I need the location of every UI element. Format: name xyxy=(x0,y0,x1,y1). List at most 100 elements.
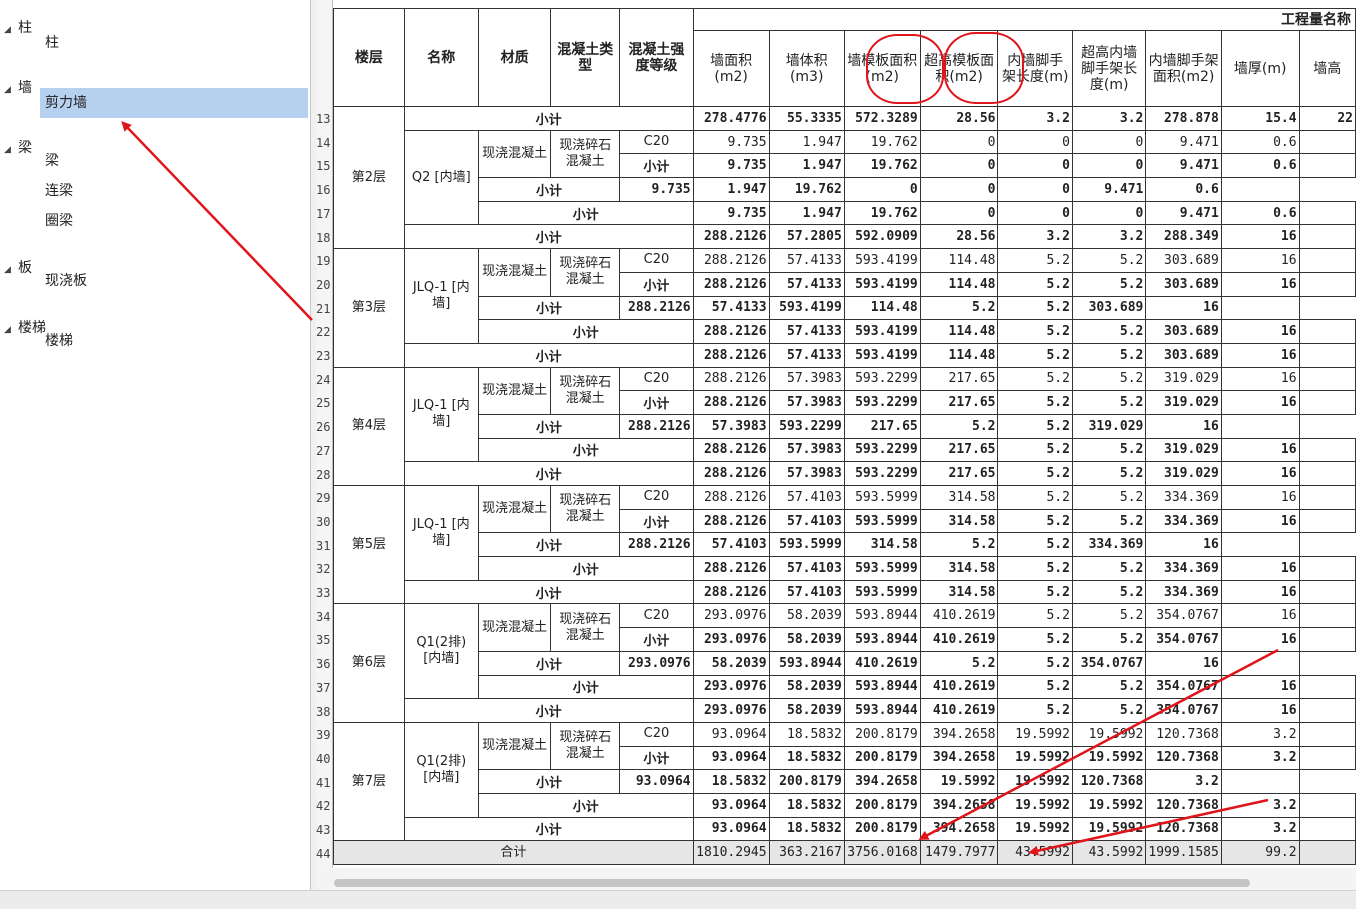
table-row[interactable]: 小计 288.2126 57.4103 593.5999 314.58 5.2 5.2 334… xyxy=(334,579,1356,605)
table-row[interactable]: 第4层 JLQ-1 [内墙] 现浇混凝土 现浇碎石混凝土 C20 288.2126 57.3… xyxy=(333,366,1356,487)
table-row[interactable]: 小计 288.2126 57.4103 593.5999 314.58 5.2 5.2 334… xyxy=(334,556,1356,581)
header-quantity-group: 工程量名称 xyxy=(692,8,1356,31)
value-cell: 16 xyxy=(1220,556,1300,581)
table-row[interactable]: 小计 9.735 1.947 19.762 0 0 0 9.471 0.6 xyxy=(334,200,1356,226)
header-wall-formwork-area[interactable]: 墙模板面积(m2) xyxy=(843,30,921,107)
header-wall-height[interactable]: 墙高 xyxy=(1298,30,1356,107)
tree-item[interactable]: 圈梁 xyxy=(40,206,308,236)
value-cell: 9.471 xyxy=(1145,153,1222,179)
value-cell: 57.4103 xyxy=(768,485,845,510)
value-cell: 18.5832 xyxy=(768,816,845,842)
table-row[interactable]: 第3层 JLQ-1 [内墙] 现浇混凝土 现浇碎石混凝土 C20 288.2126 57.4… xyxy=(333,248,1356,368)
value-cell: 394.2658 xyxy=(919,721,999,747)
table-row[interactable]: 第6层 Q1(2排) [内墙] 现浇混凝土 现浇碎石混凝土 C20 293.0976 58.… xyxy=(333,603,1356,723)
tree-item[interactable]: 连梁 xyxy=(40,176,308,206)
expand-arrow-icon[interactable]: ◢ xyxy=(4,80,18,100)
table-row[interactable]: 小计 288.2126 57.3983 593.2299 217.65 5.2 5.2 319… xyxy=(334,437,1356,463)
concrete-grade-cell: C20 xyxy=(619,248,694,273)
header-material[interactable]: 材质 xyxy=(477,8,552,107)
table-row[interactable]: 小计 288.2126 57.3983 593.2299 217.65 5.2 5.2 319… xyxy=(334,413,1356,439)
value-cell: 314.58 xyxy=(919,579,999,605)
tree-item[interactable]: 现浇板 xyxy=(40,266,308,296)
header-scaffold-length[interactable]: 内墙脚手架长度(m) xyxy=(997,30,1073,107)
value-cell: 288.349 xyxy=(1145,224,1222,250)
header-overheight-formwork-area[interactable]: 超高模板面积(m2) xyxy=(919,30,999,107)
value-cell: 16 xyxy=(1145,532,1222,558)
value-cell: 288.2126 xyxy=(692,366,770,392)
header-wall-thickness[interactable]: 墙厚(m) xyxy=(1220,30,1300,107)
tree-group-0[interactable]: ◢ 柱 xyxy=(4,18,32,38)
value-cell: 93.0964 xyxy=(692,792,770,818)
value-cell: 9.471 xyxy=(1071,177,1147,202)
value-cell: 593.5999 xyxy=(843,579,921,605)
tree-item[interactable]: 剪力墙 xyxy=(40,88,308,118)
tree-item[interactable]: 梁 xyxy=(40,146,308,176)
tree-group-1[interactable]: ◢ 墙 xyxy=(4,78,32,98)
value-cell: 5.2 xyxy=(1071,674,1147,700)
row-number: 14 xyxy=(316,135,331,150)
table-row[interactable]: 小计 93.0964 18.5832 200.8179 394.2658 19.5992 1… xyxy=(334,792,1356,818)
table-row[interactable]: 小计 288.2126 57.3983 593.2299 217.65 5.2 5.2 319… xyxy=(334,461,1356,486)
header-scaffold-area[interactable]: 内墙脚手架面积(m2) xyxy=(1145,30,1222,107)
tree-group-3[interactable]: ◢ 板 xyxy=(4,258,32,278)
header-name[interactable]: 名称 xyxy=(403,8,479,107)
concrete-grade-cell: C20 xyxy=(619,603,694,629)
row-number: 36 xyxy=(316,657,331,672)
table-row[interactable]: 小计 288.2126 57.4103 593.5999 314.58 5.2 5.2 334… xyxy=(334,532,1356,558)
concrete-grade-cell: C20 xyxy=(619,485,694,510)
header-wall-volume[interactable]: 墙体积(m3) xyxy=(768,30,845,107)
header-wall-area[interactable]: 墙面积(m2) xyxy=(692,30,770,107)
table-row[interactable]: 第2层 小计 278.4776 55.3335 572.3289 28.56 3.2 3.2 2… xyxy=(333,105,1356,250)
horizontal-scrollbar[interactable] xyxy=(316,868,1356,890)
header-concrete-type[interactable]: 混凝土类型 xyxy=(550,8,621,107)
expand-arrow-icon[interactable]: ◢ xyxy=(4,260,18,280)
value-cell: 5.2 xyxy=(1071,319,1147,344)
table-row[interactable]: 小计 9.735 1.947 19.762 0 0 0 9.471 0.6 xyxy=(334,177,1356,202)
table-row[interactable]: 小计 288.2126 57.4133 593.4199 114.48 5.2 5.2 303… xyxy=(334,319,1356,344)
value-cell: 5.2 xyxy=(997,698,1073,723)
subtotal-label: 小计 xyxy=(477,437,694,463)
material-cell: 现浇混凝土 xyxy=(477,129,552,179)
value-cell xyxy=(1298,556,1356,581)
table-row[interactable]: Q2 [内墙] 现浇混凝土 现浇碎石混凝土 C20 9.735 1.947 19.762 0 0… xyxy=(334,129,1356,226)
table-row[interactable]: 小计 93.0964 18.5832 200.8179 394.2658 19.5992 1… xyxy=(334,769,1356,794)
value-cell: 1.947 xyxy=(768,200,845,226)
tree-item[interactable]: 柱 xyxy=(40,28,308,58)
tree-group-label: 墙 xyxy=(18,80,32,96)
value-cell: 319.029 xyxy=(1071,413,1147,439)
header-overheight-scaffold-length[interactable]: 超高内墙脚手架长度(m) xyxy=(1071,30,1147,107)
value-cell: 5.2 xyxy=(997,248,1073,273)
table-row[interactable]: 小计 288.2126 57.4133 593.4199 114.48 5.2 5.2 303… xyxy=(334,342,1356,368)
value-cell: 1810.2945 xyxy=(692,840,770,865)
subtotal-label: 小计 xyxy=(403,461,694,486)
table-row[interactable]: 第7层 Q1(2排) [内墙] 现浇混凝土 现浇碎石混凝土 C20 93.0964 18.5… xyxy=(333,721,1356,842)
table-row[interactable]: 合计 1810.2945 363.2167 3756.0168 1479.7977 43.… xyxy=(333,840,1356,865)
value-cell: 0 xyxy=(1071,200,1147,226)
value-cell: 200.8179 xyxy=(843,721,921,747)
table-row[interactable]: 小计 293.0976 58.2039 593.8944 410.2619 5.2 5.2 3… xyxy=(334,650,1356,676)
value-cell: 19.5992 xyxy=(997,769,1073,794)
expand-arrow-icon[interactable]: ◢ xyxy=(4,20,18,40)
value-cell: 5.2 xyxy=(1071,248,1147,273)
table-row[interactable]: 小计 288.2126 57.2805 592.0909 28.56 3.2 3.2 288.… xyxy=(334,224,1356,250)
table-row[interactable]: 小计 93.0964 18.5832 200.8179 394.2658 19.5992 1… xyxy=(334,816,1356,842)
tree-group-2[interactable]: ◢ 梁 xyxy=(4,138,32,158)
value-cell: 5.2 xyxy=(997,579,1073,605)
row-number: 37 xyxy=(316,680,331,695)
status-bar xyxy=(0,890,1356,909)
table-row[interactable]: 小计 293.0976 58.2039 593.8944 410.2619 5.2 5.2 3… xyxy=(334,674,1356,700)
material-cell: 现浇混凝土 xyxy=(477,484,552,534)
tree-item[interactable]: 楼梯 xyxy=(40,326,308,356)
table-row[interactable]: 第5层 JLQ-1 [内墙] 现浇混凝土 现浇碎石混凝土 C20 288.2126 57.4… xyxy=(333,484,1356,605)
table-row[interactable]: 小计 288.2126 57.4133 593.4199 114.48 5.2 5.2 303… xyxy=(334,295,1356,321)
header-concrete-grade[interactable]: 混凝土强度等级 xyxy=(619,8,694,107)
value-cell: 334.369 xyxy=(1145,579,1222,605)
table-row[interactable]: 小计 293.0976 58.2039 593.8944 410.2619 5.2 5.2 3… xyxy=(334,698,1356,723)
header-floor[interactable]: 楼层 xyxy=(333,8,405,107)
expand-arrow-icon[interactable]: ◢ xyxy=(4,140,18,160)
value-cell: 114.48 xyxy=(919,248,999,273)
concrete-type-cell: 现浇碎石混凝土 xyxy=(550,603,621,652)
row-number: 24 xyxy=(316,372,331,387)
expand-arrow-icon[interactable]: ◢ xyxy=(4,320,18,340)
horizontal-scroll-thumb[interactable] xyxy=(334,879,1250,887)
